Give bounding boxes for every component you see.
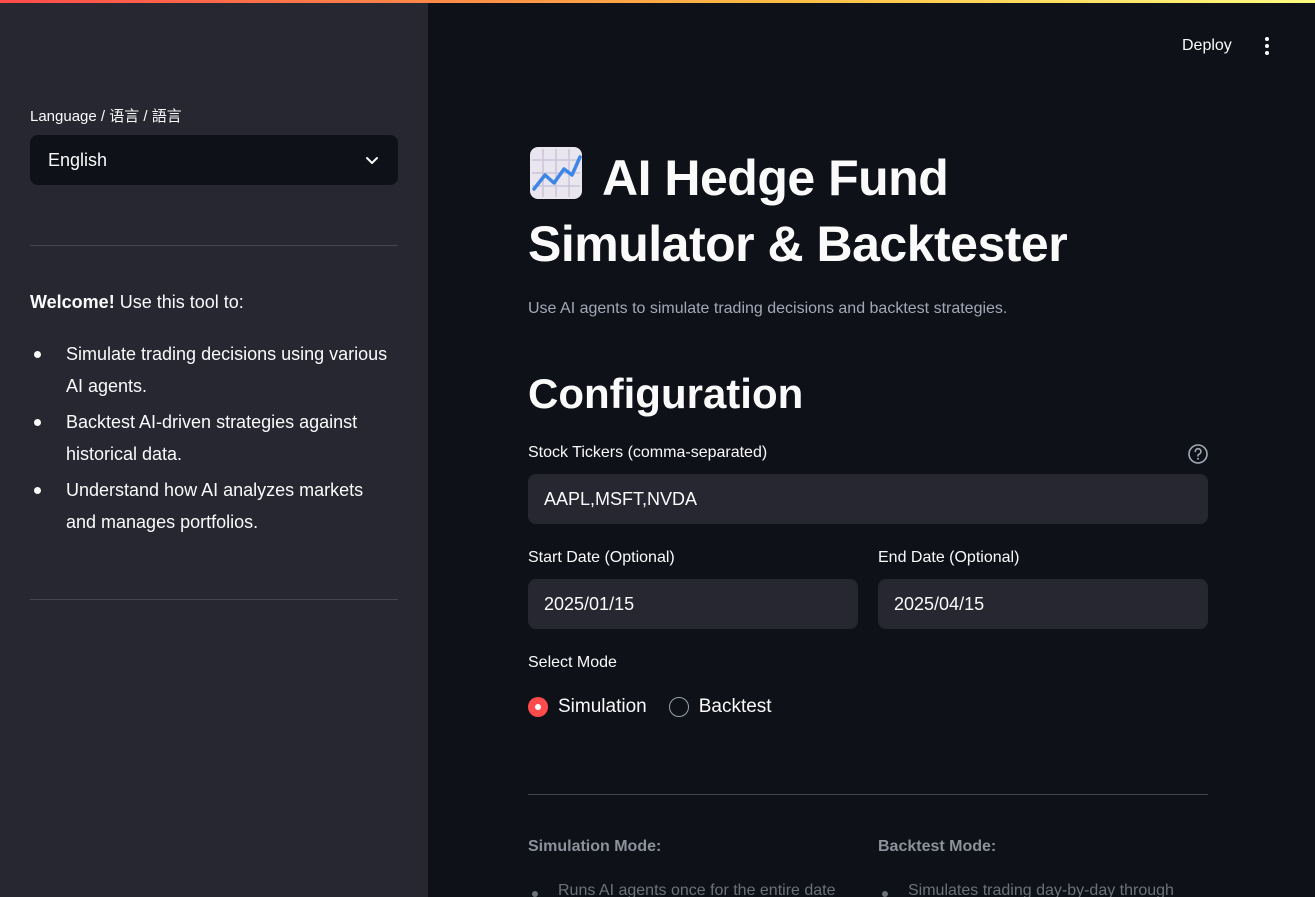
radio-unselected-indicator [668, 697, 689, 717]
top-decoration-bar [0, 0, 1315, 3]
simulation-mode-title: Simulation Mode: [528, 838, 662, 855]
help-icon[interactable] [1187, 443, 1209, 465]
feature-list: Simulate trading decisions using various… [30, 338, 398, 542]
radio-simulation-label: Simulation [558, 696, 647, 717]
list-item: Understand how AI analyzes markets and m… [30, 474, 398, 538]
simulation-mode-item: Runs AI agents once for the entire date [528, 882, 836, 897]
welcome-rest: Use this tool to: [114, 292, 244, 312]
tickers-label: Stock Tickers (comma-separated) [528, 444, 768, 461]
radio-selected-indicator [528, 697, 548, 717]
chart-increasing-icon [530, 147, 582, 199]
title-line-1: AI Hedge Fund [602, 150, 949, 206]
page-subtitle: Use AI agents to simulate trading decisi… [528, 300, 1008, 317]
radio-backtest-label: Backtest [698, 696, 772, 717]
tickers-input[interactable]: AAPL,MSFT,NVDA [528, 474, 1208, 524]
start-date-label: Start Date (Optional) [528, 549, 675, 566]
kebab-dot [1265, 51, 1269, 55]
sidebar: Language / 语言 / 語言 English Welcome! Use … [0, 0, 428, 897]
sidebar-divider [30, 599, 398, 600]
end-date-label: End Date (Optional) [878, 549, 1020, 566]
sidebar-divider [30, 245, 398, 246]
configuration-heading: Configuration [528, 370, 804, 417]
backtest-mode-title: Backtest Mode: [878, 838, 997, 855]
language-select-value: English [48, 149, 108, 170]
list-item: Simulate trading decisions using various… [30, 338, 398, 402]
backtest-mode-item: Simulates trading day-by-day through [878, 882, 1174, 897]
language-label: Language / 语言 / 語言 [30, 108, 182, 125]
mode-label: Select Mode [528, 654, 617, 671]
list-item: Backtest AI-driven strategies against hi… [30, 406, 398, 470]
page-title: AI Hedge Fund Simulator & Backtester [528, 145, 1168, 277]
title-line-2: Simulator & Backtester [528, 216, 1068, 272]
more-options-icon[interactable] [1255, 32, 1279, 60]
main-divider [528, 794, 1208, 795]
deploy-button[interactable]: Deploy [1170, 32, 1244, 60]
welcome-bold: Welcome! [30, 292, 115, 312]
kebab-dot [1265, 44, 1269, 48]
kebab-dot [1265, 37, 1269, 41]
welcome-text: Welcome! Use this tool to: [30, 290, 398, 314]
radio-backtest[interactable]: Backtest [668, 696, 772, 718]
chevron-down-icon [366, 157, 378, 164]
radio-simulation[interactable]: Simulation [528, 696, 647, 718]
start-date-input[interactable]: 2025/01/15 [528, 579, 858, 629]
end-date-input[interactable]: 2025/04/15 [878, 579, 1208, 629]
language-select[interactable]: English [30, 135, 398, 185]
mode-radio-group: Simulation Backtest [528, 696, 794, 718]
